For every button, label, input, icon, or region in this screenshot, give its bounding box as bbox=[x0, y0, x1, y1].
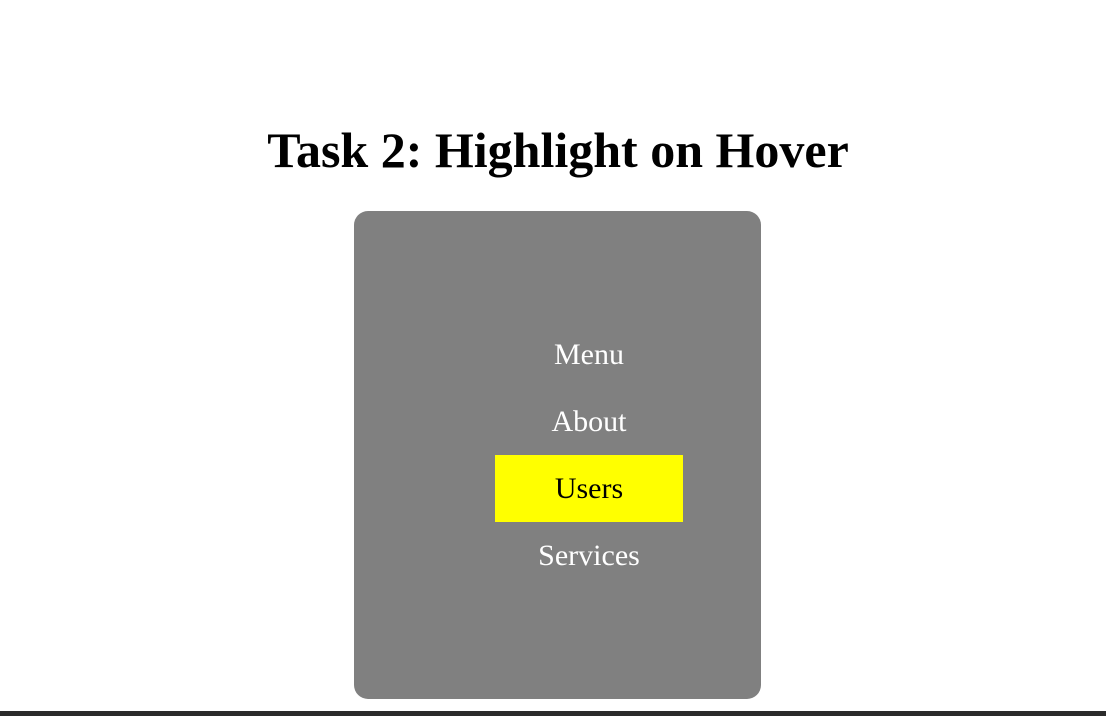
menu-item-users[interactable]: Users bbox=[495, 455, 683, 522]
menu-item-services[interactable]: Services bbox=[495, 522, 683, 589]
menu-item-menu[interactable]: Menu bbox=[495, 321, 683, 388]
menu-list: Menu About Users Services bbox=[495, 321, 683, 589]
menu-item-about[interactable]: About bbox=[495, 388, 683, 455]
menu-panel: Menu About Users Services bbox=[354, 211, 761, 699]
page: Task 2: Highlight on Hover Menu About Us… bbox=[0, 0, 1106, 716]
page-title: Task 2: Highlight on Hover bbox=[267, 122, 849, 178]
window-bottom-edge bbox=[0, 711, 1106, 716]
